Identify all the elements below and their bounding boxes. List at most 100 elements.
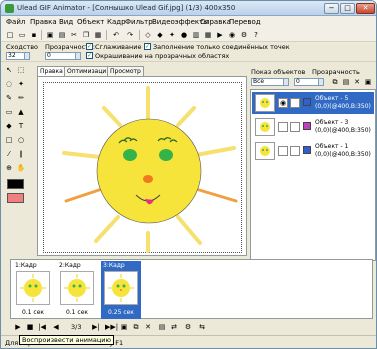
object-item[interactable]: Объект - 1 (0,0)(@400,B:350) <box>252 140 374 162</box>
menu-file[interactable]: Файл <box>6 18 25 26</box>
duplicate-object-icon[interactable]: ⧉ <box>330 77 340 87</box>
fill-icon[interactable]: ◆ <box>155 30 165 40</box>
color-icon[interactable]: ● <box>179 30 189 40</box>
visibility-eye-icon[interactable]: ◉ <box>278 98 288 108</box>
brush-tool-icon[interactable]: ✎ <box>4 93 14 103</box>
maximize-button[interactable]: □ <box>340 3 355 14</box>
redo-icon[interactable]: ↷ <box>125 30 135 40</box>
visibility-toggle[interactable] <box>278 122 288 132</box>
frame-label: 1:Кадр <box>15 262 37 269</box>
menu-help[interactable]: Справка <box>200 18 231 26</box>
undo-icon[interactable]: ↶ <box>111 30 121 40</box>
minimize-button[interactable]: − <box>324 3 339 14</box>
optimize-icon[interactable]: ⚙ <box>239 30 249 40</box>
left-eye <box>123 149 137 161</box>
duplicate-frame-icon[interactable]: ⧉ <box>131 322 141 332</box>
tween-icon[interactable]: ⇄ <box>169 322 179 332</box>
text-tool-icon[interactable]: T <box>16 121 26 131</box>
object-color-swatch <box>303 98 311 106</box>
foreground-color-swatch[interactable] <box>7 179 24 189</box>
object-opacity-spinner[interactable]: 0 <box>294 78 324 86</box>
lasso-tool-icon[interactable]: ◌ <box>4 79 14 89</box>
object-filter-select[interactable]: Все <box>251 78 289 86</box>
object-props-icon[interactable]: ▤ <box>341 77 351 87</box>
menu-object[interactable]: Объект <box>77 18 104 26</box>
frame-settings-icon[interactable]: ⚙ <box>183 322 193 332</box>
paint-transparent-checkbox[interactable]: ✓ <box>86 52 93 59</box>
pencil-tool-icon[interactable]: ✏ <box>16 93 26 103</box>
frame-item[interactable]: 1:Кадр 0.1 сек <box>13 261 53 319</box>
select-tool-icon[interactable]: ⬚ <box>16 65 26 75</box>
play-icon[interactable]: ▶ <box>13 322 23 332</box>
first-frame-icon[interactable]: |◀ <box>37 322 47 332</box>
pointer-tool-icon[interactable]: ↖ <box>4 65 14 75</box>
opacity-spinner[interactable]: 0 <box>45 52 81 60</box>
prev-frame-icon[interactable]: ◀ <box>51 322 61 332</box>
lock-toggle[interactable] <box>290 98 300 108</box>
browser-icon[interactable]: ◉ <box>227 30 237 40</box>
open-folder-icon[interactable]: ▭ <box>17 30 27 40</box>
add-image-icon[interactable]: ▣ <box>45 30 55 40</box>
preview-icon[interactable]: ▶ <box>215 30 225 40</box>
add-frame-icon[interactable]: ▣ <box>119 322 129 332</box>
new-file-icon[interactable]: □ <box>5 30 15 40</box>
save-icon[interactable]: ▪ <box>29 30 39 40</box>
paste-icon[interactable]: ▦ <box>93 30 103 40</box>
last-frame-icon[interactable]: ▶▶| <box>105 322 118 332</box>
fill-tool-icon[interactable]: ◆ <box>4 121 14 131</box>
frame-item-selected[interactable]: 3:Кадр 0.25 сек <box>101 261 141 319</box>
spinner-arrows-icon[interactable] <box>75 53 80 59</box>
object-item[interactable]: Объект - 3 (0,0)(@400,B:350) <box>252 116 374 138</box>
fill-connected-checkbox[interactable]: ✓ <box>144 43 151 50</box>
stamp-tool-icon[interactable]: ▲ <box>16 107 26 117</box>
smoothing-checkbox[interactable]: ✓ <box>86 43 93 50</box>
spinner-arrows-icon[interactable] <box>24 53 29 59</box>
spinner-arrows-icon[interactable] <box>318 79 323 85</box>
lock-toggle[interactable] <box>290 146 300 156</box>
rectangle-tool-icon[interactable]: □ <box>4 135 14 145</box>
merge-object-icon[interactable]: ▣ <box>363 77 373 87</box>
add-frame-icon[interactable]: ▤ <box>57 30 67 40</box>
magic-wand-tool-icon[interactable]: ✦ <box>16 79 26 89</box>
visibility-toggle[interactable] <box>278 146 288 156</box>
menu-view[interactable]: Вид <box>59 18 73 26</box>
delete-frame-icon[interactable]: ✕ <box>143 322 153 332</box>
object-name: Объект - 5 <box>315 95 349 102</box>
copy-icon[interactable]: ❐ <box>81 30 91 40</box>
hand-tool-icon[interactable]: ✋ <box>16 163 26 173</box>
menu-frame[interactable]: Кадр <box>107 18 126 26</box>
frame-item[interactable]: 2:Кадр 0.1 сек <box>57 261 97 319</box>
tab-optimize[interactable]: Оптимизация <box>64 66 113 76</box>
menu-edit[interactable]: Правка <box>30 18 57 26</box>
ellipse-tool-icon[interactable]: ○ <box>16 135 26 145</box>
toolbar-separator <box>139 30 140 40</box>
frame-props-icon[interactable]: ▤ <box>157 322 167 332</box>
reverse-icon[interactable]: ⇆ <box>197 322 207 332</box>
background-color-swatch[interactable] <box>7 193 24 203</box>
delete-object-icon[interactable]: ✕ <box>352 77 362 87</box>
chevron-down-icon[interactable] <box>283 79 288 85</box>
transform-icon[interactable]: ◇ <box>143 30 153 40</box>
title-bar[interactable]: Ulead GIF Animator - [Солнышко Ulead Gif… <box>1 1 376 16</box>
stop-icon[interactable]: ■ <box>25 322 35 332</box>
frame-props-icon[interactable]: ▥ <box>191 30 201 40</box>
drawing-canvas[interactable] <box>43 82 242 253</box>
eraser-tool-icon[interactable]: ▭ <box>4 107 14 117</box>
help-icon[interactable]: ? <box>251 30 261 40</box>
lock-toggle[interactable] <box>290 122 300 132</box>
ruler-tool-icon[interactable]: ∥ <box>16 149 26 159</box>
ray <box>176 215 202 245</box>
eyedropper-tool-icon[interactable]: ⁄ <box>4 149 14 159</box>
similarity-spinner[interactable]: 32 <box>6 52 30 60</box>
frame-thumbnail <box>104 271 138 305</box>
menu-filter[interactable]: Фильтр <box>125 18 153 26</box>
cut-icon[interactable]: ✂ <box>69 30 79 40</box>
tab-preview[interactable]: Просмотр <box>107 66 144 76</box>
zoom-tool-icon[interactable]: ⊕ <box>4 163 14 173</box>
object-item[interactable]: ◉ Объект - 5 (0,0)(@400,B:350) <box>252 92 374 114</box>
close-button[interactable]: ✕ <box>356 3 375 14</box>
menu-translate[interactable]: Перевод <box>229 18 261 26</box>
next-frame-icon[interactable]: ▶| <box>91 322 101 332</box>
grid-icon[interactable]: ▦ <box>203 30 213 40</box>
wand-icon[interactable]: ✦ <box>167 30 177 40</box>
